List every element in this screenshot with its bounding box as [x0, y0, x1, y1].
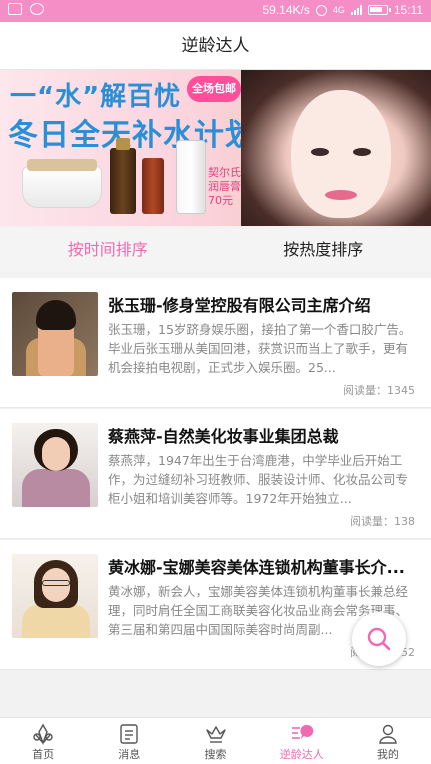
crown-icon: [205, 726, 226, 743]
read-value: 138: [394, 515, 415, 528]
serum-bottle-image: [110, 138, 136, 214]
status-bar: 59.14K/s 4G 15:11: [0, 0, 431, 22]
model-portrait-image: [241, 70, 431, 226]
cream-jar-image: [22, 159, 102, 208]
article-list: 张玉珊-修身堂控股有限公司主席介绍 张玉珊，15岁跻身娱乐圈，接拍了第一个香口胶…: [0, 278, 431, 670]
floating-search-button[interactable]: [352, 612, 406, 666]
page-title: 逆龄达人: [181, 36, 250, 56]
thumb-body: [22, 469, 90, 507]
tabbar-item-messages[interactable]: 消息: [86, 718, 172, 764]
tabbar-label: 首页: [32, 748, 55, 761]
bottom-tab-bar: 首页 消息 搜索 逆龄达人 我的: [0, 717, 431, 764]
article-thumbnail: [12, 554, 98, 638]
product-label: 契尔氏 润唇膏 70元: [208, 166, 241, 208]
tabbar-label: 我的: [376, 748, 399, 761]
tab-sort-by-time[interactable]: 按时间排序: [0, 228, 216, 272]
model-eye-left: [311, 148, 329, 156]
home-icon: [33, 723, 53, 745]
status-left-icons: [8, 3, 44, 15]
tabbar-label: 逆龄达人: [279, 748, 324, 761]
signal-icon: [350, 5, 362, 15]
article-summary: 张玉珊，15岁跻身娱乐圈，接拍了第一个香口胶广告。毕业后张玉珊从美国回港，获赏识…: [108, 322, 412, 375]
chat-icon: [291, 724, 314, 739]
list-item[interactable]: 张玉珊-修身堂控股有限公司主席介绍 张玉珊，15岁跻身娱乐圈，接拍了第一个香口胶…: [0, 278, 431, 408]
network-type: 4G: [332, 5, 345, 15]
tabbar-item-home[interactable]: 首页: [0, 718, 86, 764]
product-price: 70元: [208, 194, 233, 207]
product-name: 契尔氏 润唇膏: [208, 166, 241, 193]
read-count: 阅读量：1345: [343, 382, 415, 398]
search-icon: [367, 627, 391, 651]
shield-icon: [30, 3, 44, 15]
model-face: [291, 90, 391, 218]
article-summary: 蔡燕萍，1947年出生于台湾鹿港，中学毕业后开始工作，为过缝纫补习班教师、服装设…: [108, 453, 409, 506]
thumb-glasses: [42, 580, 70, 586]
user-icon: [379, 724, 397, 744]
gallery-icon: [8, 3, 22, 15]
small-bottle-image: [142, 158, 164, 214]
tabbar-label: 搜索: [204, 748, 227, 761]
tabbar-label: 消息: [118, 748, 141, 761]
model-lips: [325, 190, 357, 200]
list-item[interactable]: 蔡燕萍-自然美化妆事业集团总裁 蔡燕萍，1947年出生于台湾鹿港，中学毕业后开始…: [0, 409, 431, 539]
message-icon: [120, 724, 138, 744]
promo-banner[interactable]: 一“水”解百忧 全场包邮 冬日全天补水计划 契尔氏 润唇膏 70元: [0, 70, 431, 226]
model-eye-right: [353, 148, 371, 156]
tab-sort-by-popularity[interactable]: 按热度排序: [216, 228, 431, 272]
tabbar-item-profile[interactable]: 我的: [345, 718, 431, 764]
alarm-icon: [315, 4, 327, 16]
read-label: 阅读量：: [350, 515, 394, 528]
banner-badge: 全场包邮: [187, 76, 241, 102]
status-right: 59.14K/s 4G 15:11: [262, 3, 423, 17]
battery-icon: [367, 5, 391, 15]
article-thumbnail: [12, 423, 98, 507]
tabbar-item-search[interactable]: 搜索: [172, 718, 258, 764]
article-title: 蔡燕萍-自然美化妆事业集团总裁: [108, 427, 339, 446]
tabbar-item-anti-aging[interactable]: 逆龄达人: [259, 718, 345, 764]
read-value: 1345: [387, 384, 415, 397]
page-header: 逆龄达人: [0, 22, 431, 70]
thumb-face: [42, 437, 70, 471]
article-thumbnail: [12, 292, 98, 376]
read-label: 阅读量：: [343, 384, 387, 397]
clock: 15:11: [393, 3, 423, 17]
battery-level: [369, 7, 382, 12]
thumb-body: [22, 604, 90, 638]
network-speed: 59.14K/s: [262, 3, 310, 17]
article-title: 黄冰娜-宝娜美容美体连锁机构董事长介...: [108, 558, 405, 577]
banner-slogan-1: 一“水”解百忧: [10, 82, 182, 112]
article-title: 张玉珊-修身堂控股有限公司主席介绍: [108, 296, 371, 315]
read-count: 阅读量：138: [350, 513, 415, 529]
sort-tabs: 按时间排序 按热度排序: [0, 228, 431, 272]
thumb-hair: [36, 300, 76, 330]
lip-balm-image: [176, 140, 206, 214]
